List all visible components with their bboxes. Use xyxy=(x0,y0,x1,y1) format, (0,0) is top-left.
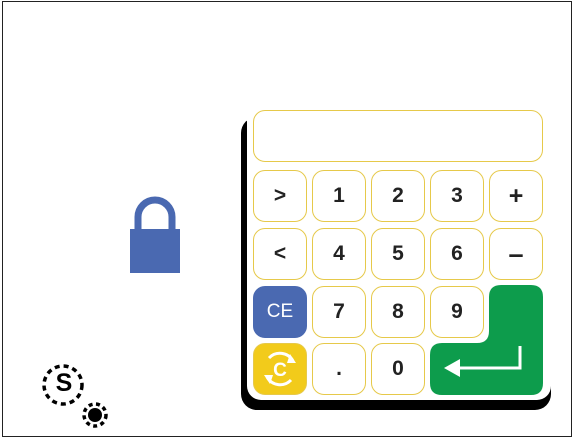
minus-key[interactable]: – xyxy=(489,228,543,280)
decimal-point-key[interactable]: . xyxy=(312,343,366,395)
clear-all-key[interactable]: C xyxy=(253,343,307,395)
digit-1-key[interactable]: 1 xyxy=(312,170,366,222)
digit-6-key[interactable]: 6 xyxy=(430,228,484,280)
clear-entry-key[interactable]: CE xyxy=(253,286,307,338)
digit-4-key[interactable]: 4 xyxy=(312,228,366,280)
status-s-sun-icon xyxy=(42,364,108,428)
clear-circle-icon: C xyxy=(264,351,296,387)
enter-key-shape xyxy=(430,285,543,395)
enter-key[interactable] xyxy=(430,285,543,395)
digit-3-key[interactable]: 3 xyxy=(430,170,484,222)
cursor-right-key[interactable]: > xyxy=(253,170,307,222)
status-letter: S xyxy=(55,369,73,397)
digit-7-key[interactable]: 7 xyxy=(312,286,366,338)
digit-0-key[interactable]: 0 xyxy=(371,343,425,395)
svg-text:C: C xyxy=(273,360,287,381)
digit-2-key[interactable]: 2 xyxy=(371,170,425,222)
keypad-display xyxy=(253,110,543,162)
digit-5-key[interactable]: 5 xyxy=(371,228,425,280)
plus-key[interactable]: + xyxy=(489,170,543,222)
digit-8-key[interactable]: 8 xyxy=(371,286,425,338)
status-indicator[interactable]: S xyxy=(37,362,119,432)
padlock-icon xyxy=(130,196,180,273)
cursor-left-key[interactable]: < xyxy=(253,228,307,280)
